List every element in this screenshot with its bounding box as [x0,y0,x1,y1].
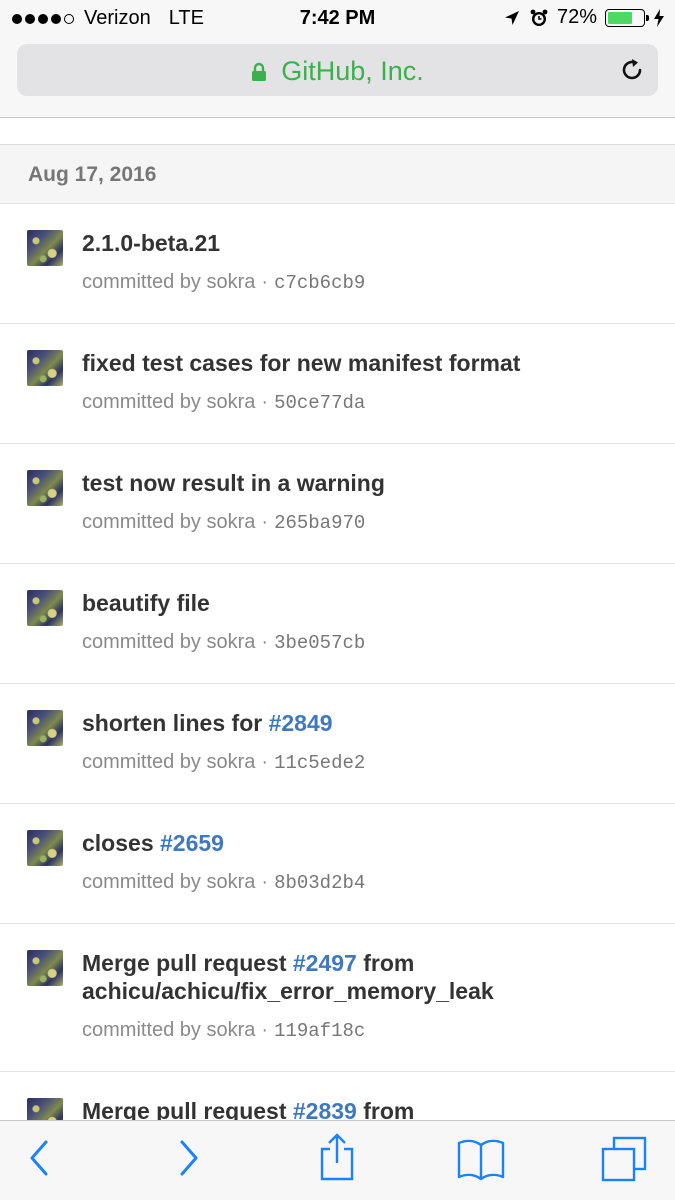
commit-sha[interactable]: c7cb6cb9 [274,272,365,294]
commit-message-text: 2.1.0-beta.21 [82,230,221,256]
commit-message[interactable]: fixed test cases for new manifest format [82,349,642,377]
meta-separator: · [261,511,269,533]
author-avatar[interactable] [27,830,63,866]
charging-bolt-icon [654,8,664,27]
commit-meta: committed by sokra · c7cb6cb9 [82,271,365,294]
tabs-icon[interactable] [600,1135,648,1183]
commit-row[interactable]: closes #2659 committed by sokra · 8b03d2b4 [0,804,675,924]
commit-message-text: shorten lines for [82,710,269,736]
commit-sha[interactable]: 119af18c [274,1020,365,1042]
commit-message[interactable]: Merge pull request #2839 from [82,1097,642,1120]
forward-icon[interactable] [176,1135,202,1181]
issue-link[interactable]: #2659 [160,830,224,856]
browser-chrome: GitHub, Inc. [0,38,675,118]
issue-link[interactable]: #2497 [293,950,357,976]
meta-separator: · [261,751,269,773]
committer-label: committed by sokra [82,271,256,293]
commit-message-text: beautify file [82,590,210,616]
commit-meta: committed by sokra · 265ba970 [82,511,365,534]
top-spacer [0,118,675,145]
author-avatar[interactable] [27,590,63,626]
location-arrow-icon [504,10,519,25]
commit-message-text: closes [82,830,160,856]
commit-row[interactable]: beautify file committed by sokra · 3be057cb [0,564,675,684]
address-bar[interactable]: GitHub, Inc. [17,44,658,96]
commit-sha[interactable]: 8b03d2b4 [274,872,365,894]
commit-row[interactable]: fixed test cases for new manifest format… [0,324,675,444]
commit-list: 2.1.0-beta.21 committed by sokra · c7cb6cb9… [0,204,675,1120]
commit-message-text: from [356,1098,415,1120]
commit-row[interactable]: Merge pull request #2839 from [0,1072,675,1120]
commit-message-text: Merge pull request [82,950,293,976]
alarm-icon [530,9,548,26]
share-icon[interactable] [316,1131,358,1183]
commit-row[interactable]: shorten lines for #2849 committed by sokr… [0,684,675,804]
commit-row[interactable]: 2.1.0-beta.21 committed by sokra · c7cb6cb9 [0,204,675,324]
commit-message[interactable]: test now result in a warning [82,469,642,497]
commit-message-text: Merge pull request [82,1098,293,1120]
commit-message-text: test now result in a warning [82,470,385,496]
committer-label: committed by sokra [82,391,256,413]
author-avatar[interactable] [27,350,63,386]
author-avatar[interactable] [27,710,63,746]
commit-message[interactable]: beautify file [82,589,642,617]
commit-sha[interactable]: 3be057cb [274,632,365,654]
commit-message[interactable]: closes #2659 [82,829,642,857]
commit-list-page: Aug 17, 2016 2.1.0-beta.21 committed by s… [0,118,675,1120]
meta-separator: · [261,871,269,893]
committer-label: committed by sokra [82,631,256,653]
lock-icon [252,62,267,81]
commit-meta: committed by sokra · 50ce77da [82,391,365,414]
commit-meta: committed by sokra · 11c5ede2 [82,751,365,774]
commit-message-text: fixed test cases for new manifest format [82,350,521,376]
commit-row[interactable]: test now result in a warning committed by… [0,444,675,564]
meta-separator: · [261,391,269,413]
commit-sha[interactable]: 11c5ede2 [274,752,365,774]
meta-separator: · [261,271,269,293]
status-bar: Verizon LTE 7:42 PM 72% [0,0,675,38]
battery-fill [608,11,633,24]
commit-sha[interactable]: 265ba970 [274,512,365,534]
author-avatar[interactable] [27,1098,63,1120]
commit-message[interactable]: 2.1.0-beta.21 [82,229,642,257]
bookmarks-icon[interactable] [456,1137,506,1181]
commit-message[interactable]: Merge pull request #2497 from achicu/ach… [82,949,642,1005]
battery-percentage: 72% [556,6,597,28]
meta-separator: · [261,631,269,653]
committer-label: committed by sokra [82,511,256,533]
commit-meta: committed by sokra · 8b03d2b4 [82,871,365,894]
back-icon[interactable] [26,1135,52,1181]
author-avatar[interactable] [27,470,63,506]
safari-toolbar [0,1120,675,1200]
committer-label: committed by sokra [82,751,256,773]
author-avatar[interactable] [27,950,63,986]
commit-sha[interactable]: 50ce77da [274,392,365,414]
meta-separator: · [261,1019,269,1041]
issue-link[interactable]: #2839 [293,1098,357,1120]
site-name: GitHub, Inc. [281,56,424,86]
issue-link[interactable]: #2849 [269,710,333,736]
reload-icon[interactable] [618,56,646,84]
battery-icon [605,8,649,27]
date-header: Aug 17, 2016 [0,145,675,204]
author-avatar[interactable] [27,230,63,266]
commit-row[interactable]: Merge pull request #2497 from achicu/ach… [0,924,675,1072]
commit-meta: committed by sokra · 3be057cb [82,631,365,654]
commit-meta: committed by sokra · 119af18c [82,1019,365,1042]
address-bar-label: GitHub, Inc. [17,56,658,87]
status-right: 72% [503,6,665,29]
committer-label: committed by sokra [82,871,256,893]
commit-message[interactable]: shorten lines for #2849 [82,709,642,737]
committer-label: committed by sokra [82,1019,256,1041]
